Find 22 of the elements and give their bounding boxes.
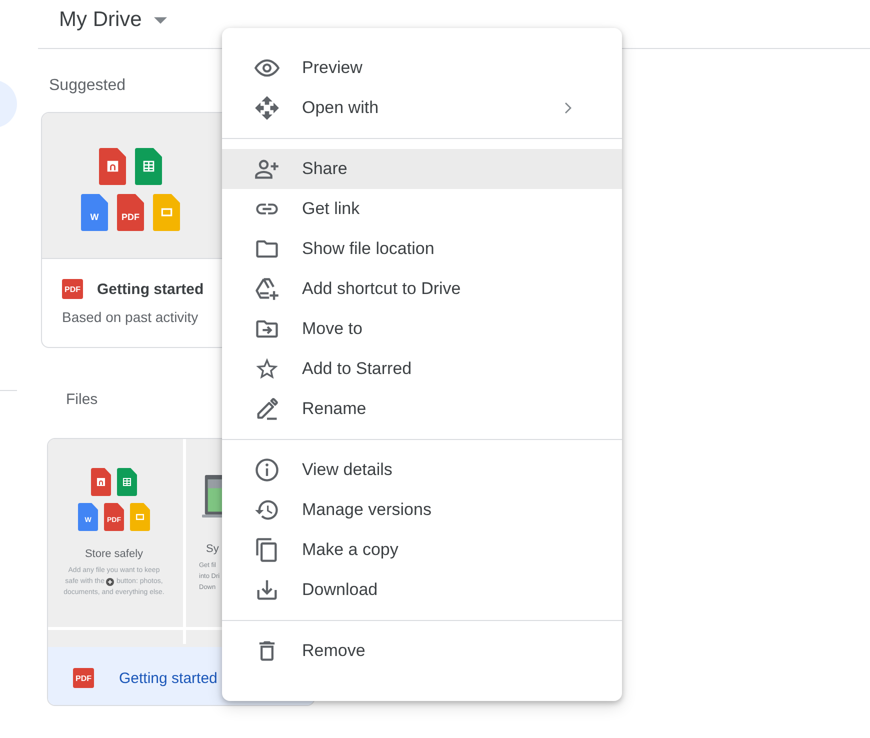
pdf-file-icon: PDF (117, 194, 144, 231)
pdf-badge-icon: PDF (62, 279, 83, 299)
suggestion-reason: Based on past activity (62, 309, 200, 325)
info-icon (254, 457, 280, 483)
pdf-badge-icon: PDF (73, 668, 94, 688)
file-name: Getting started (119, 670, 218, 686)
preview-heading: Store safely (84, 548, 144, 560)
section-heading: Files (66, 391, 98, 409)
menu-item[interactable]: Share (222, 149, 622, 189)
menu-item[interactable]: Rename (222, 389, 622, 429)
section-heading: Suggested (49, 77, 126, 95)
menu-item[interactable]: Preview (222, 48, 622, 88)
caret-icon[interactable] (154, 17, 167, 24)
file-name: Getting started (97, 280, 204, 298)
plus-icon (106, 578, 114, 586)
preview-heading: Sy (206, 543, 219, 555)
page-title[interactable]: My Drive (59, 0, 142, 40)
menu-item[interactable]: Add to Starred (222, 349, 622, 389)
copy-icon (254, 537, 280, 563)
four-arrows-icon (254, 95, 280, 121)
triangle-plus-icon (254, 276, 280, 302)
word-file-icon: W (81, 194, 108, 231)
